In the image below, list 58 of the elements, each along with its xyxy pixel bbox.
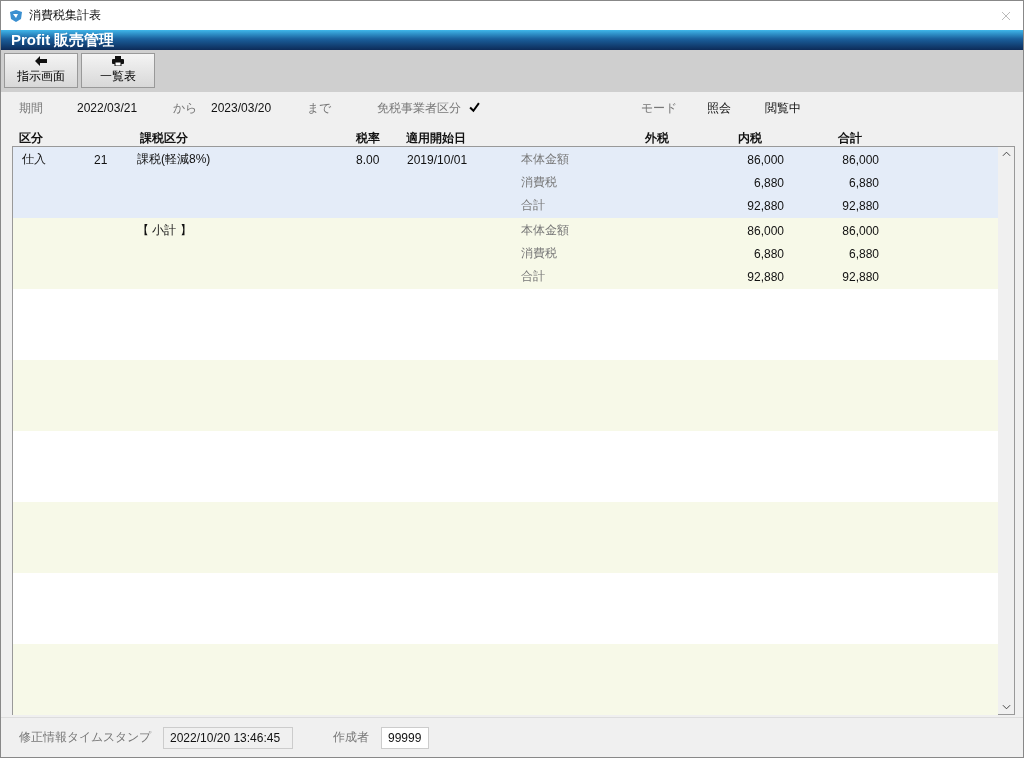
column-header: 外税 [645,130,669,147]
table-cell: 21 [94,152,108,167]
table-cell: 課税(軽減8%) [137,152,211,166]
table-cell: 86,000 [842,223,879,238]
line-label: 本体金額 [521,152,569,166]
table-cell: 【 小計 】 [137,223,192,237]
window-title: 消費税集計表 [29,7,102,24]
toolbar-button[interactable]: 指示画面 [4,53,78,88]
timestamp-label: 修正情報タイムスタンプ [19,729,151,746]
scrollbar[interactable] [998,147,1014,714]
column-header: 内税 [738,130,762,147]
left-arrow-icon [35,56,47,66]
line-label: 合計 [521,269,545,283]
table-cell: 86,000 [747,152,784,167]
app-title: Profit 販売管理 [11,30,115,50]
line-label: 合計 [521,198,545,212]
table-cell: 92,880 [842,198,879,213]
scroll-down-icon[interactable] [1001,704,1011,710]
check-icon [469,102,480,113]
table-cell: 6,880 [753,175,784,190]
table-cell: 6,880 [753,246,784,261]
table-cell: 8.00 [356,152,380,167]
mode-label: モード [641,99,678,117]
printer-icon [112,56,124,66]
table-cell: 92,880 [747,198,784,213]
to-label: まで [307,99,332,117]
column-header: 合計 [838,130,862,147]
table-row[interactable]: 【 小計 】 本体金額 86,000 86,000 消費税 6,880 6,880 合計 92,880 92,880 [13,218,998,289]
column-header: 適用開始日 [406,130,466,147]
table-cell: 92,880 [747,269,784,284]
author-field: 99999 [381,726,429,749]
mode-value: 照会 [707,99,732,117]
to-date: 2023/03/20 [211,101,273,115]
table-cell: 92,880 [842,269,879,284]
app-logo-icon [9,8,23,23]
line-label: 消費税 [521,175,557,189]
period-label: 期間 [19,99,44,117]
exempt-label: 免税事業者区分 [377,99,461,117]
author-label: 作成者 [333,729,369,746]
line-label: 消費税 [521,246,557,260]
table-row[interactable]: 仕入 21 課税(軽減8%) 8.00 2019/10/01 本体金額 86,000 86,000 消費税 6,880 6,880 合計 92,880 92,880 [13,147,998,218]
from-label: から [173,99,198,117]
exempt-checkbox[interactable] [469,102,481,114]
table-cell: 2019/10/01 [407,152,468,167]
table-cell: 6,880 [848,246,879,261]
table-cell: 86,000 [842,152,879,167]
from-date: 2022/03/21 [77,101,139,115]
table-cell: 仕入 [22,152,46,166]
column-header: 課税区分 [140,130,188,147]
table-cell: 86,000 [747,223,784,238]
line-label: 本体金額 [521,223,569,237]
status-text: 閲覧中 [765,99,801,117]
scroll-up-icon[interactable] [1001,151,1011,157]
column-header: 区分 [19,130,43,147]
toolbar-button[interactable]: 一覧表 [81,53,155,88]
table-cell: 6,880 [848,175,879,190]
column-header: 税率 [356,130,380,147]
timestamp-field: 2022/10/20 13:46:45 [163,726,293,749]
